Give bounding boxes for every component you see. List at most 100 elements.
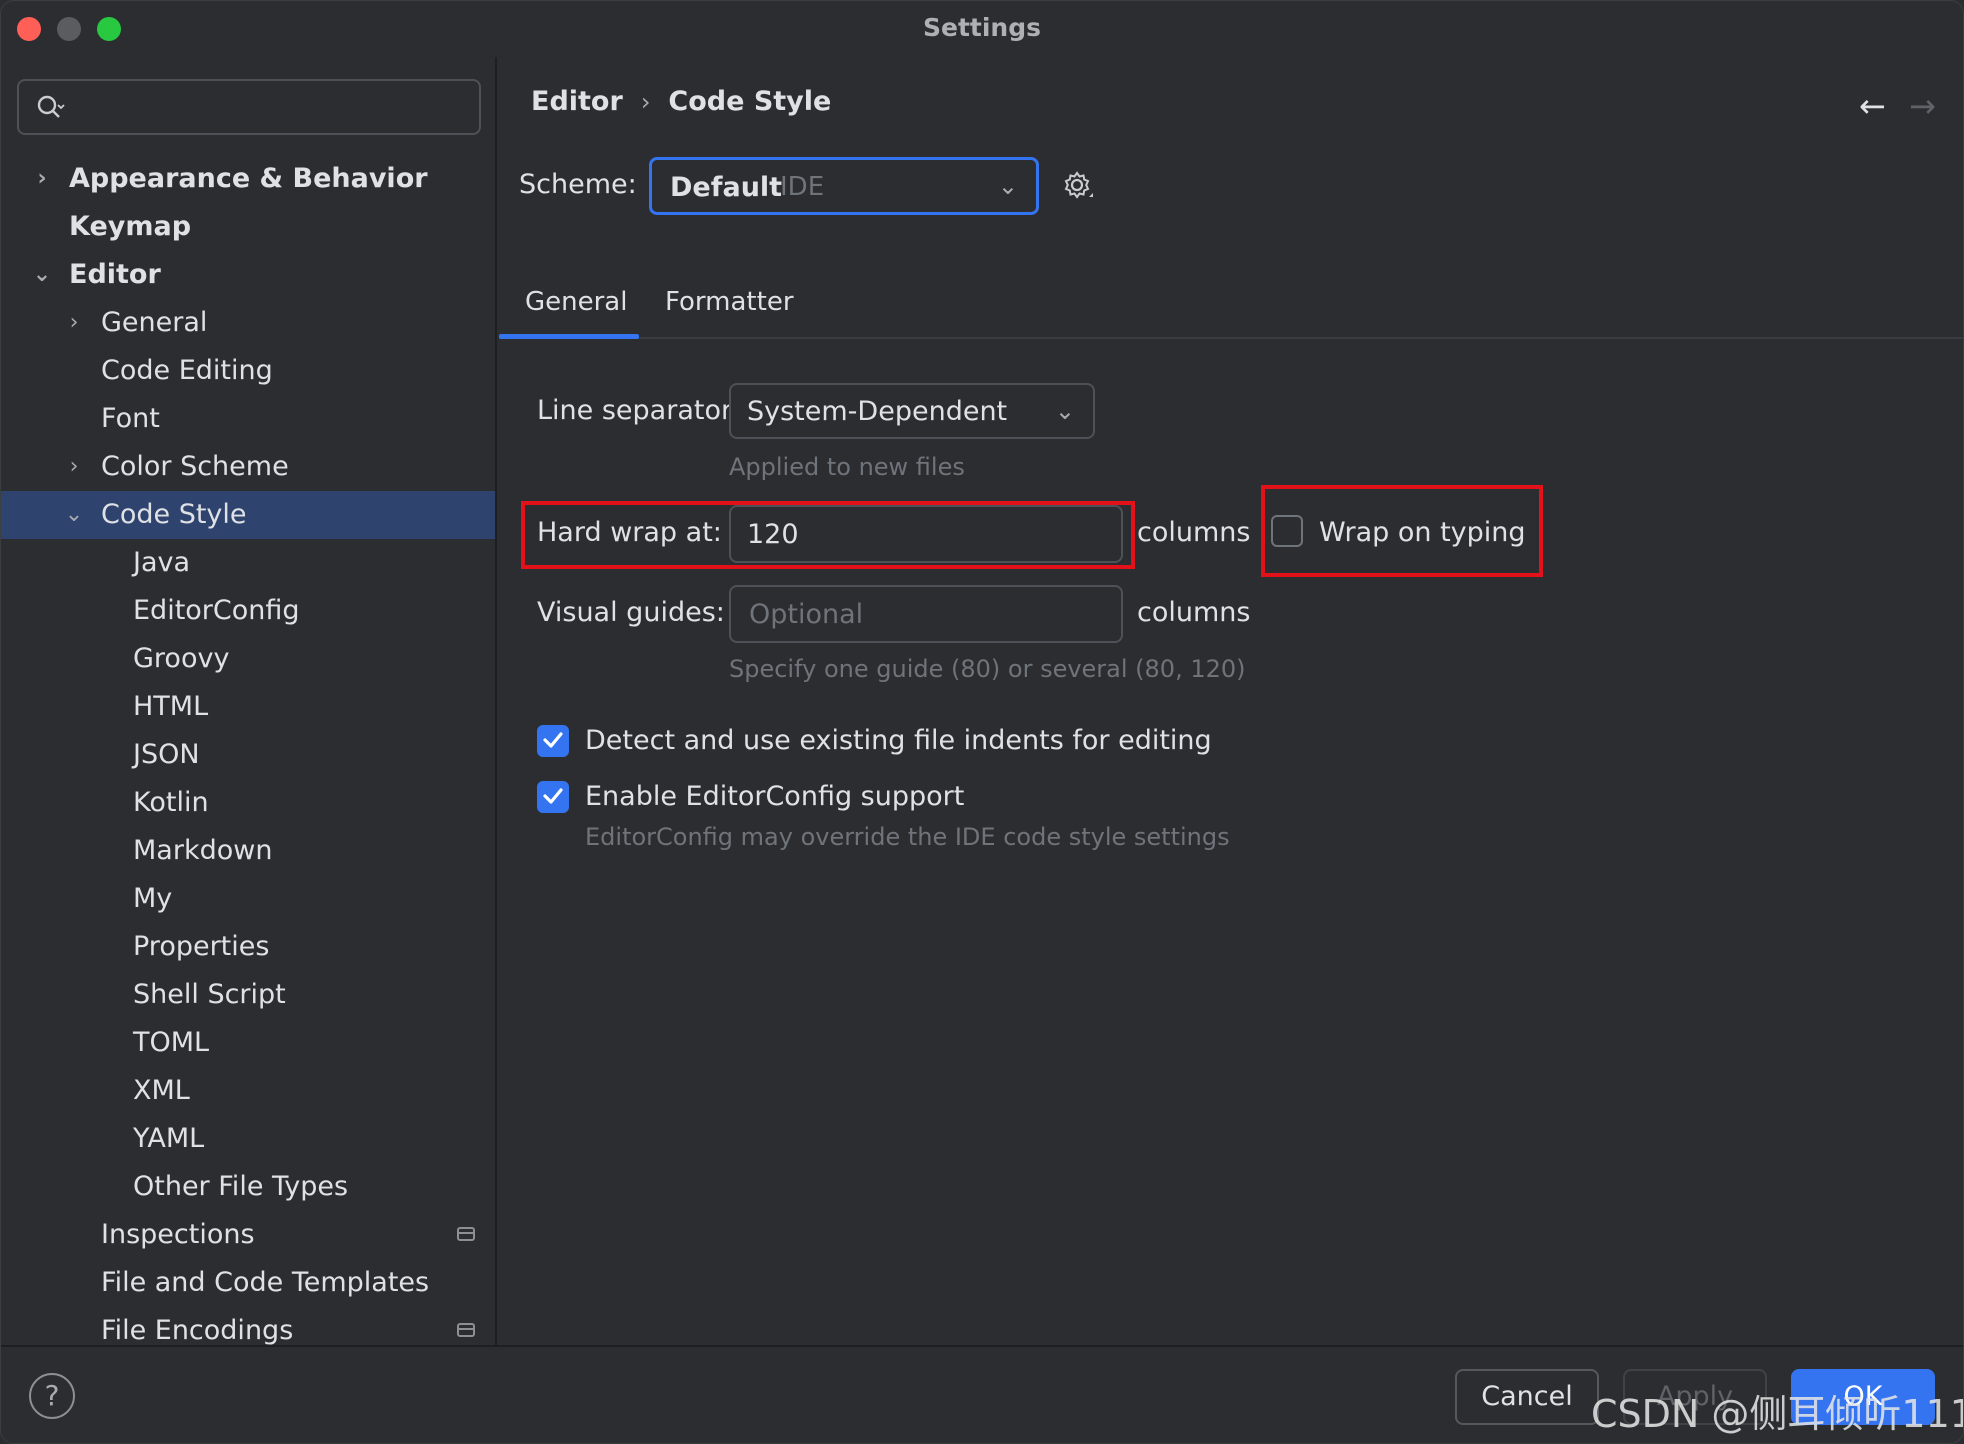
- sidebar-item-kotlin[interactable]: Kotlin: [1, 779, 495, 827]
- line-separator-value: System-Dependent: [747, 396, 1008, 427]
- visual-guides-columns-label: columns: [1137, 597, 1251, 628]
- sidebar-item-label: Code Style: [101, 499, 247, 530]
- sidebar-item-editor[interactable]: ⌄ Editor: [1, 251, 495, 299]
- line-separator-hint: Applied to new files: [729, 453, 965, 481]
- sidebar-item-label: Other File Types: [133, 1171, 349, 1202]
- settings-tree: › Appearance & Behavior Keymap ⌄ Editor …: [1, 155, 495, 1355]
- cancel-button[interactable]: Cancel: [1455, 1369, 1599, 1425]
- visual-guides-hint: Specify one guide (80) or several (80, 1…: [729, 655, 1246, 683]
- editorconfig-hint: EditorConfig may override the IDE code s…: [585, 823, 1230, 851]
- hard-wrap-label: Hard wrap at:: [537, 517, 722, 548]
- project-scope-icon: [457, 1227, 475, 1241]
- sidebar-item-label: Inspections: [101, 1219, 255, 1250]
- sidebar-item-label: Groovy: [133, 643, 230, 674]
- sidebar-item-appearance-behavior[interactable]: › Appearance & Behavior: [1, 155, 495, 203]
- chevron-down-icon[interactable]: ⌄: [31, 251, 53, 299]
- sidebar-item-file-and-code-templates[interactable]: File and Code Templates: [1, 1259, 495, 1307]
- tab-general[interactable]: General: [525, 287, 627, 317]
- settings-content: Editor › Code Style ← → Scheme: Default ID…: [499, 57, 1963, 1345]
- sidebar-item-toml[interactable]: TOML: [1, 1019, 495, 1067]
- line-separator-dropdown[interactable]: System-Dependent ⌄: [729, 383, 1095, 439]
- window-title: Settings: [922, 13, 1041, 42]
- sidebar-item-yaml[interactable]: YAML: [1, 1115, 495, 1163]
- gear-icon[interactable]: [1061, 169, 1095, 203]
- sidebar-item-label: Appearance & Behavior: [69, 163, 428, 194]
- sidebar-item-label: Editor: [69, 259, 161, 290]
- chevron-right-icon[interactable]: ›: [31, 155, 53, 203]
- scheme-label: Scheme:: [519, 169, 637, 200]
- sidebar-item-label: XML: [133, 1075, 190, 1106]
- wrap-on-typing-label[interactable]: Wrap on typing: [1319, 517, 1526, 548]
- sidebar-item-color-scheme[interactable]: › Color Scheme: [1, 443, 495, 491]
- sidebar-item-label: Color Scheme: [101, 451, 289, 482]
- sidebar-item-java[interactable]: Java: [1, 539, 495, 587]
- breadcrumb-separator-icon: ›: [640, 87, 651, 116]
- breadcrumb-current: Code Style: [668, 86, 832, 117]
- sidebar-item-editorconfig[interactable]: EditorConfig: [1, 587, 495, 635]
- sidebar-item-xml[interactable]: XML: [1, 1067, 495, 1115]
- sidebar-item-label: General: [101, 307, 208, 338]
- breadcrumb-parent[interactable]: Editor: [531, 86, 623, 117]
- sidebar-item-html[interactable]: HTML: [1, 683, 495, 731]
- watermark-text: CSDN @侧耳倾听111: [1591, 1392, 1964, 1436]
- sidebar-item-groovy[interactable]: Groovy: [1, 635, 495, 683]
- chevron-down-icon[interactable]: ⌄: [63, 491, 85, 539]
- hard-wrap-input[interactable]: 120: [729, 505, 1123, 563]
- sidebar-item-label: Markdown: [133, 835, 273, 866]
- sidebar-item-markdown[interactable]: Markdown: [1, 827, 495, 875]
- scheme-type: IDE: [780, 172, 825, 202]
- scheme-value: Default: [670, 172, 783, 203]
- sidebar-item-code-editing[interactable]: Code Editing: [1, 347, 495, 395]
- sidebar-item-inspections[interactable]: Inspections: [1, 1211, 495, 1259]
- scheme-dropdown[interactable]: Default IDE ⌄: [649, 157, 1039, 215]
- forward-arrow-icon[interactable]: →: [1909, 87, 1936, 125]
- tab-bar: General Formatter: [499, 269, 1963, 339]
- tab-formatter[interactable]: Formatter: [665, 287, 794, 317]
- sidebar-item-label: Code Editing: [101, 355, 273, 386]
- editorconfig-label[interactable]: Enable EditorConfig support: [585, 781, 964, 812]
- sidebar-item-general[interactable]: › General: [1, 299, 495, 347]
- sidebar-item-label: JSON: [133, 739, 200, 770]
- chevron-right-icon[interactable]: ›: [63, 443, 85, 491]
- search-input[interactable]: [17, 79, 481, 135]
- sidebar-item-label: Font: [101, 403, 160, 434]
- sidebar-item-label: Shell Script: [133, 979, 286, 1010]
- sidebar-item-label: YAML: [133, 1123, 205, 1154]
- detect-indents-label[interactable]: Detect and use existing file indents for…: [585, 725, 1212, 756]
- visual-guides-input[interactable]: Optional: [729, 585, 1123, 643]
- sidebar-item-label: Java: [133, 547, 191, 578]
- project-scope-icon: [457, 1323, 475, 1337]
- sidebar-item-my[interactable]: My: [1, 875, 495, 923]
- sidebar-item-font[interactable]: Font: [1, 395, 495, 443]
- breadcrumb: Editor › Code Style: [531, 85, 831, 117]
- sidebar-item-keymap[interactable]: Keymap: [1, 203, 495, 251]
- visual-guides-placeholder: Optional: [749, 599, 864, 630]
- detect-indents-checkbox[interactable]: [537, 725, 569, 757]
- sidebar-item-label: File and Code Templates: [101, 1267, 430, 1298]
- sidebar-item-label: Keymap: [69, 211, 192, 242]
- sidebar-item-other-file-types[interactable]: Other File Types: [1, 1163, 495, 1211]
- line-separator-label: Line separator:: [537, 395, 741, 426]
- chevron-right-icon[interactable]: ›: [63, 299, 85, 347]
- active-tab-indicator: [499, 334, 639, 339]
- sidebar-item-label: Kotlin: [133, 787, 209, 818]
- search-icon: [37, 95, 65, 118]
- sidebar-item-label: HTML: [133, 691, 209, 722]
- back-arrow-icon[interactable]: ←: [1859, 87, 1886, 125]
- editorconfig-checkbox[interactable]: [537, 781, 569, 813]
- sidebar-item-label: Properties: [133, 931, 270, 962]
- wrap-on-typing-checkbox[interactable]: [1271, 515, 1303, 547]
- sidebar-item-shell-script[interactable]: Shell Script: [1, 971, 495, 1019]
- visual-guides-label: Visual guides:: [537, 597, 725, 628]
- settings-window: Settings › Appearance & Behavior Keymap …: [0, 0, 1964, 1444]
- hard-wrap-value: 120: [747, 519, 799, 550]
- sidebar-item-label: EditorConfig: [133, 595, 300, 626]
- sidebar-item-properties[interactable]: Properties: [1, 923, 495, 971]
- chevron-down-icon: ⌄: [997, 172, 1018, 200]
- sidebar-item-code-style[interactable]: ⌄ Code Style: [1, 491, 495, 539]
- chevron-down-icon: ⌄: [1054, 397, 1075, 425]
- checkmark-icon: [543, 788, 563, 804]
- title-bar: Settings: [1, 1, 1963, 57]
- help-icon[interactable]: ?: [29, 1373, 75, 1419]
- sidebar-item-json[interactable]: JSON: [1, 731, 495, 779]
